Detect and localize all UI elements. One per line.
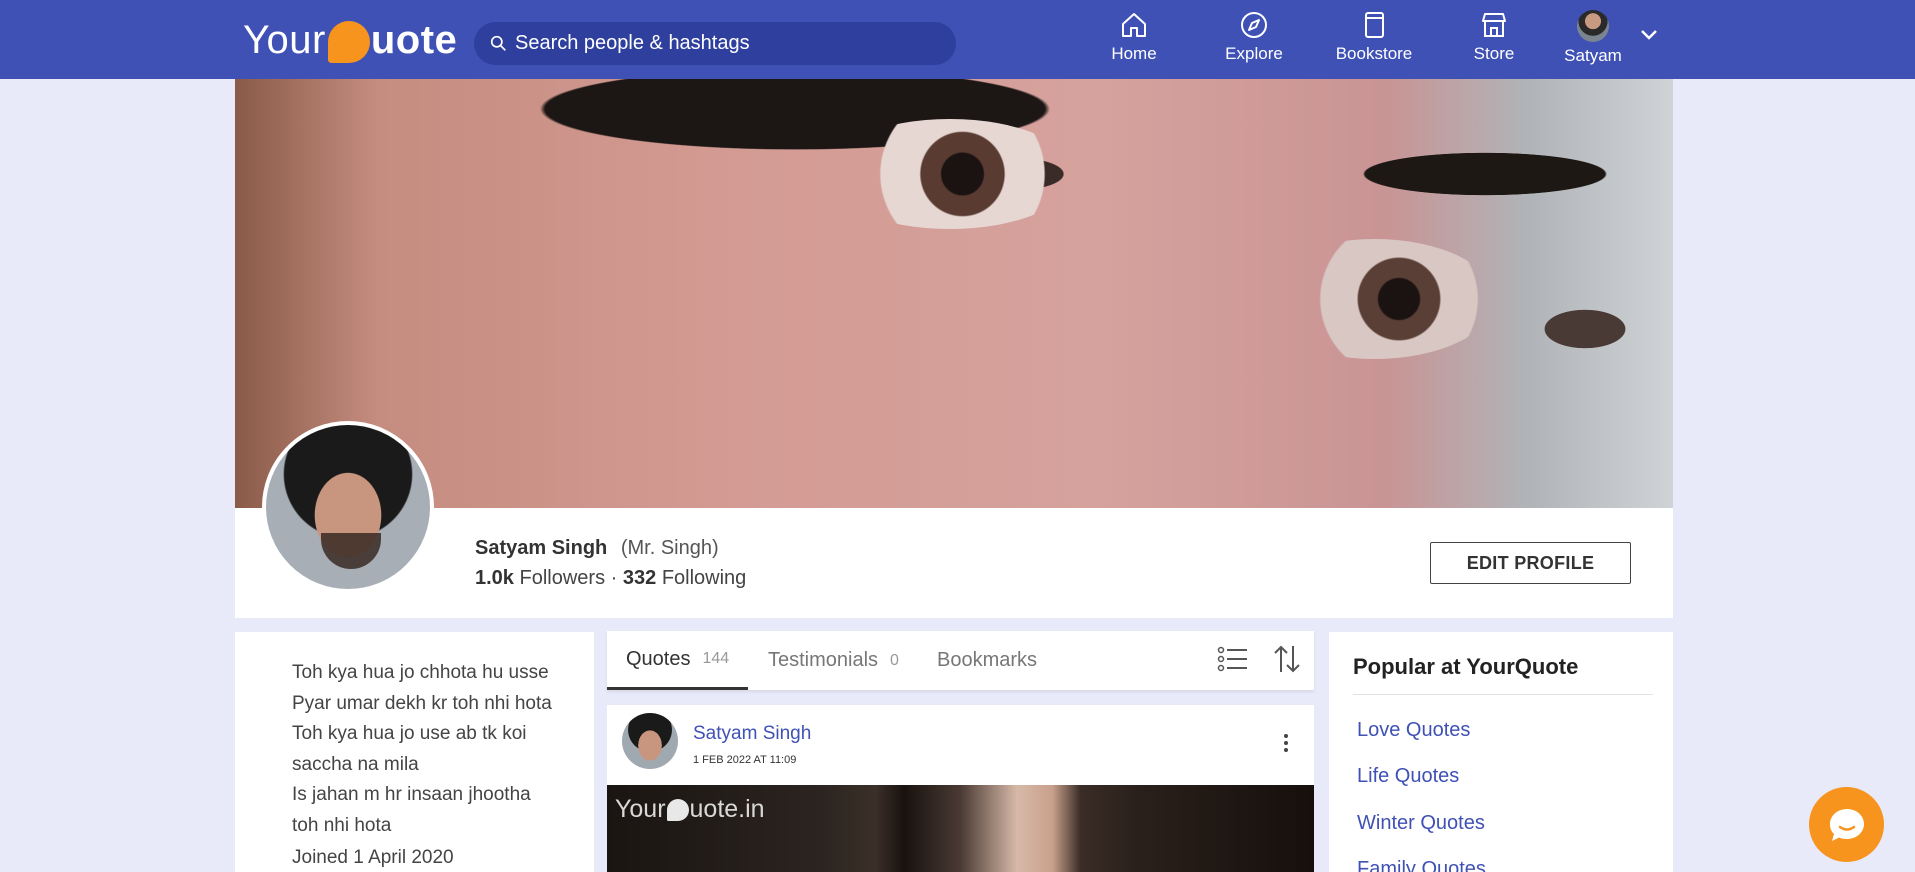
profile-tabs: Quotes 144 Testimonials 0 Bookmarks: [607, 631, 1314, 690]
nav-profile-label: Satyam: [1564, 46, 1622, 65]
nav-bookstore-label: Bookstore: [1335, 44, 1413, 63]
avatar: [1577, 10, 1609, 42]
profile-name-line: Satyam Singh (Mr. Singh): [475, 537, 719, 560]
sort-icon[interactable]: [1272, 643, 1302, 675]
tab-quotes-count: 144: [702, 650, 730, 667]
yourquote-logo[interactable]: Your uote: [243, 14, 457, 66]
popular-title: Popular at YourQuote: [1353, 654, 1653, 695]
profile-alias: (Mr. Singh): [620, 537, 719, 559]
book-icon: [1365, 12, 1384, 38]
post-watermark: Your uote.in: [615, 795, 765, 824]
tab-testimonials-label: Testimonials: [768, 649, 879, 671]
tab-quotes-label: Quotes: [626, 647, 691, 670]
follow-stats: 1.0k Followers · 332 Following: [475, 567, 746, 590]
tab-quotes[interactable]: Quotes 144: [607, 631, 749, 690]
popular-list: Love Quotes Life Quotes Winter Quotes Fa…: [1353, 707, 1653, 872]
nav-profile[interactable]: Satyam: [1548, 10, 1638, 70]
post-image[interactable]: Your uote.in: [607, 785, 1314, 872]
profile-name: Satyam Singh: [475, 537, 608, 559]
tab-testimonials-count: 0: [890, 651, 899, 669]
logo-text-uote: uote: [370, 17, 458, 62]
popular-link-family[interactable]: Family Quotes: [1353, 847, 1653, 872]
nav-bookstore[interactable]: Bookstore: [1329, 10, 1419, 70]
chat-button[interactable]: [1809, 787, 1884, 862]
logo-q-bubble-icon: [327, 21, 370, 63]
profile-avatar[interactable]: [262, 421, 434, 593]
bio-text: Toh kya hua jo chhota hu usse Pyar umar …: [292, 662, 552, 836]
watermark-quote: uote.in: [689, 795, 765, 823]
quote-post: Satyam Singh 1 FEB 2022 AT 11:09 Your uo…: [607, 705, 1314, 872]
list-view-icon[interactable]: [1217, 643, 1249, 675]
tab-bookmarks-label: Bookmarks: [937, 649, 1038, 671]
followers-label[interactable]: Followers: [520, 567, 606, 589]
post-author-avatar[interactable]: [622, 713, 678, 769]
nav-home[interactable]: Home: [1089, 10, 1179, 70]
search-bar[interactable]: [474, 22, 956, 65]
joined-date: Joined 1 April 2020: [292, 847, 454, 868]
followers-count[interactable]: 1.0k: [475, 567, 514, 589]
popular-card: Popular at YourQuote Love Quotes Life Qu…: [1329, 632, 1673, 872]
post-author-name[interactable]: Satyam Singh: [693, 723, 811, 745]
following-label[interactable]: Following: [662, 567, 746, 589]
nav-explore[interactable]: Explore: [1209, 10, 1299, 70]
tab-bookmarks[interactable]: Bookmarks: [937, 631, 1037, 690]
cover-photo-detail: [825, 119, 1075, 229]
popular-link-love[interactable]: Love Quotes: [1353, 707, 1653, 754]
logo-text-your: Your: [243, 17, 326, 62]
watermark-your: Your: [615, 795, 666, 823]
stats-separator: ·: [610, 567, 618, 589]
nav-store[interactable]: Store: [1449, 10, 1539, 70]
popular-link-life[interactable]: Life Quotes: [1353, 754, 1653, 801]
chevron-down-icon[interactable]: [1640, 28, 1658, 42]
edit-profile-button[interactable]: EDIT PROFILE: [1430, 542, 1631, 584]
popular-link-winter[interactable]: Winter Quotes: [1353, 800, 1653, 847]
nav-explore-label: Explore: [1225, 44, 1283, 63]
following-count[interactable]: 332: [623, 567, 656, 589]
search-icon: [490, 35, 506, 51]
chat-bubble-icon: [1829, 808, 1864, 841]
bio-card: Toh kya hua jo chhota hu usse Pyar umar …: [235, 632, 594, 872]
search-input[interactable]: [515, 32, 935, 55]
tab-testimonials[interactable]: Testimonials 0: [768, 631, 899, 690]
home-icon: [1122, 13, 1146, 37]
cover-photo-detail: [1255, 239, 1495, 359]
compass-icon: [1241, 12, 1267, 38]
post-date: 1 FEB 2022 AT 11:09: [693, 754, 797, 766]
nav-home-label: Home: [1111, 44, 1157, 63]
nav-store-label: Store: [1473, 44, 1515, 63]
cover-photo: [235, 79, 1673, 508]
more-options-icon[interactable]: [1283, 733, 1289, 753]
watermark-q-icon: [666, 798, 689, 821]
avatar-detail: [321, 533, 381, 569]
store-icon: [1482, 13, 1506, 37]
